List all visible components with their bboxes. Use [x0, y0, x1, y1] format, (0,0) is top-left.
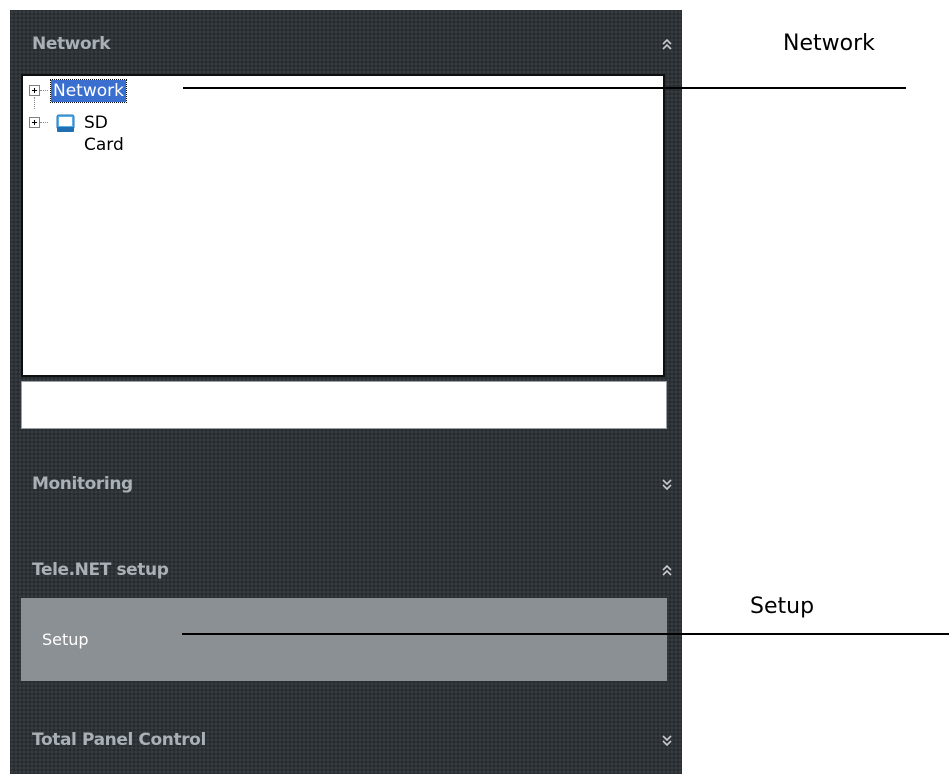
network-section-title: Network: [32, 34, 111, 54]
telenet-setup-section-title: Tele.NET setup: [32, 560, 169, 580]
monitoring-section-title: Monitoring: [32, 474, 133, 494]
collapse-chevron-icon[interactable]: [660, 14, 674, 74]
collapse-chevron-icon[interactable]: [660, 540, 674, 600]
telenet-setup-section-header[interactable]: Tele.NET setup: [10, 540, 682, 600]
network-section-header[interactable]: Network: [10, 14, 682, 74]
tree-connector: [34, 97, 35, 109]
setup-callout-line: [182, 633, 949, 635]
setup-menu-item[interactable]: Setup: [21, 598, 667, 681]
network-callout-label: Network: [783, 31, 875, 56]
sd-card-icon: [56, 114, 75, 132]
tree-connector: [40, 90, 48, 91]
tree-connector: [40, 122, 48, 123]
tree-node-label[interactable]: Network: [50, 79, 127, 103]
side-panel: Network Network SD Card Monitoring Tele.…: [10, 10, 682, 774]
monitoring-section-header[interactable]: Monitoring: [10, 454, 682, 514]
expand-plus-icon[interactable]: [29, 117, 40, 128]
tree-node-label[interactable]: SD Card: [84, 112, 124, 156]
network-callout-line: [183, 87, 906, 89]
total-panel-control-section-header[interactable]: Total Panel Control: [10, 710, 682, 770]
network-path-input[interactable]: [21, 381, 667, 429]
expand-chevron-icon[interactable]: [660, 454, 674, 514]
network-tree-view[interactable]: Network SD Card: [21, 74, 665, 377]
setup-callout-label: Setup: [750, 594, 815, 619]
setup-menu-item-label: Setup: [42, 630, 89, 649]
expand-plus-icon[interactable]: [29, 85, 40, 96]
expand-chevron-icon[interactable]: [660, 710, 674, 770]
total-panel-control-section-title: Total Panel Control: [32, 730, 206, 750]
